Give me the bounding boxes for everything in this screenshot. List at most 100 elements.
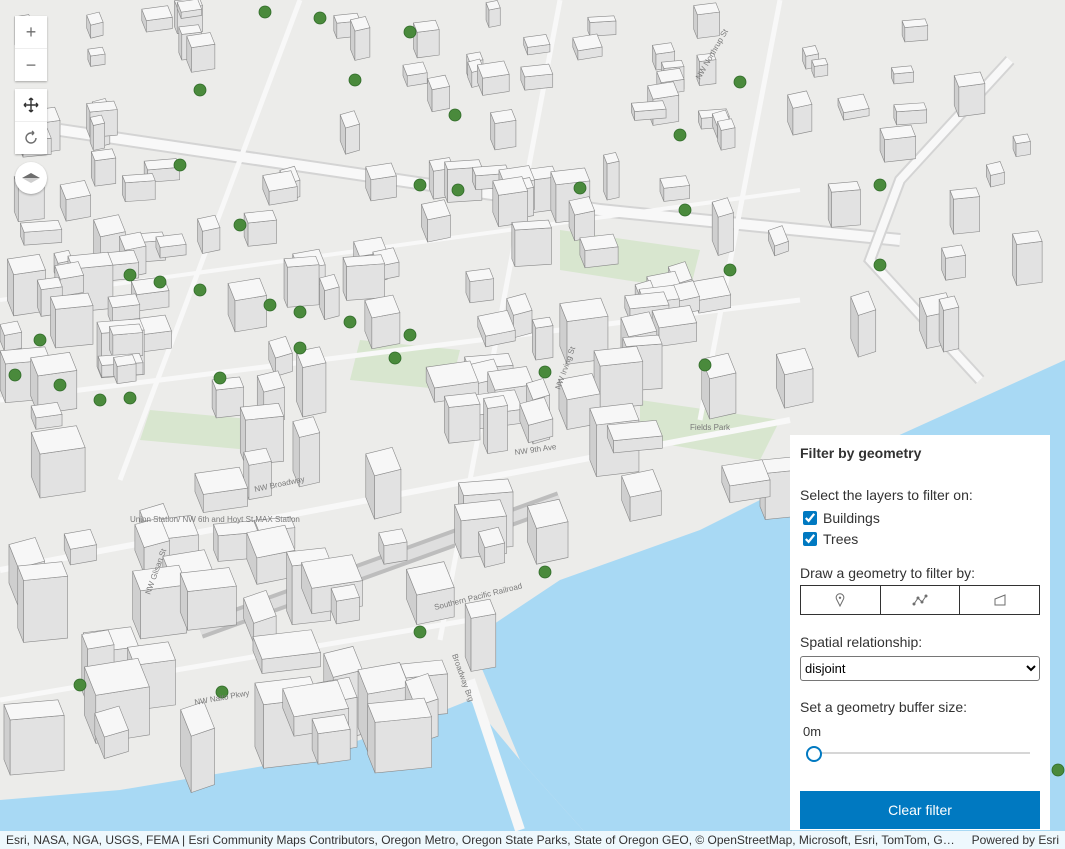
tree[interactable] xyxy=(413,625,427,639)
compass-button[interactable] xyxy=(15,162,47,194)
tree[interactable] xyxy=(451,183,465,197)
tree[interactable] xyxy=(873,258,887,272)
building[interactable] xyxy=(89,114,106,151)
building[interactable] xyxy=(1012,230,1043,286)
building[interactable] xyxy=(0,320,23,352)
building[interactable] xyxy=(367,697,432,774)
building[interactable] xyxy=(87,46,106,67)
building[interactable] xyxy=(621,469,662,522)
building[interactable] xyxy=(406,561,455,626)
building[interactable] xyxy=(132,564,188,640)
building[interactable] xyxy=(476,60,510,96)
building[interactable] xyxy=(295,346,327,418)
building[interactable] xyxy=(659,175,691,202)
building[interactable] xyxy=(941,244,966,281)
tree[interactable] xyxy=(538,365,552,379)
tree[interactable] xyxy=(73,678,87,692)
building[interactable] xyxy=(477,309,516,348)
slider-thumb[interactable] xyxy=(806,746,822,762)
buildings-checkbox[interactable] xyxy=(803,510,817,525)
building[interactable] xyxy=(465,268,494,304)
building[interactable] xyxy=(511,219,552,267)
tree[interactable] xyxy=(678,203,692,217)
building[interactable] xyxy=(243,209,277,247)
building[interactable] xyxy=(113,354,137,385)
tree[interactable] xyxy=(348,73,362,87)
tree[interactable] xyxy=(448,108,462,122)
attribution-bar[interactable]: Esri, NASA, NGA, USGS, FEMA | Esri Commu… xyxy=(0,831,1065,849)
tree[interactable] xyxy=(403,25,417,39)
tree[interactable] xyxy=(53,378,67,392)
building[interactable] xyxy=(568,196,596,242)
building[interactable] xyxy=(606,419,663,454)
building[interactable] xyxy=(850,290,877,358)
building[interactable] xyxy=(109,323,144,359)
tree[interactable] xyxy=(1051,763,1065,777)
building[interactable] xyxy=(811,58,829,78)
powered-by-link[interactable]: Powered by Esri xyxy=(972,833,1059,847)
building[interactable] xyxy=(949,187,981,235)
zoom-in-button[interactable]: + xyxy=(15,16,47,48)
building[interactable] xyxy=(485,0,501,28)
building[interactable] xyxy=(443,392,481,444)
building[interactable] xyxy=(402,61,428,87)
building[interactable] xyxy=(787,90,813,136)
building[interactable] xyxy=(59,180,91,222)
building[interactable] xyxy=(365,162,397,202)
building[interactable] xyxy=(17,561,69,643)
rotate-button[interactable] xyxy=(15,121,47,154)
tree[interactable] xyxy=(153,275,167,289)
building[interactable] xyxy=(3,699,65,776)
building[interactable] xyxy=(711,197,734,256)
building[interactable] xyxy=(378,528,408,565)
building[interactable] xyxy=(587,15,617,37)
attribution-text[interactable]: Esri, NASA, NGA, USGS, FEMA | Esri Commu… xyxy=(6,833,956,847)
building[interactable] xyxy=(421,199,451,243)
slider-track[interactable] xyxy=(812,752,1030,754)
tree[interactable] xyxy=(403,328,417,342)
building[interactable] xyxy=(311,714,351,765)
building[interactable] xyxy=(483,395,508,454)
building[interactable] xyxy=(523,34,551,56)
building[interactable] xyxy=(330,583,360,625)
buffer-slider[interactable] xyxy=(800,741,1040,765)
relationship-select[interactable]: disjoint xyxy=(800,656,1040,681)
building[interactable] xyxy=(490,109,517,151)
tree[interactable] xyxy=(33,333,47,347)
building[interactable] xyxy=(464,598,497,672)
tree[interactable] xyxy=(293,305,307,319)
building[interactable] xyxy=(262,170,298,206)
tree[interactable] xyxy=(193,283,207,297)
building[interactable] xyxy=(90,148,117,187)
building[interactable] xyxy=(953,71,986,118)
tree[interactable] xyxy=(673,128,687,142)
tree[interactable] xyxy=(93,393,107,407)
building[interactable] xyxy=(197,214,221,254)
building[interactable] xyxy=(252,629,321,674)
building[interactable] xyxy=(179,567,237,631)
tree[interactable] xyxy=(343,315,357,329)
draw-polygon-button[interactable] xyxy=(960,585,1041,615)
building[interactable] xyxy=(893,102,928,126)
building[interactable] xyxy=(427,74,451,113)
building[interactable] xyxy=(775,347,814,409)
tree[interactable] xyxy=(698,358,712,372)
building[interactable] xyxy=(155,233,187,259)
building[interactable] xyxy=(1012,133,1031,157)
building[interactable] xyxy=(19,219,63,246)
building[interactable] xyxy=(364,294,401,350)
building[interactable] xyxy=(283,255,320,308)
building[interactable] xyxy=(492,176,529,227)
building[interactable] xyxy=(593,345,644,410)
tree[interactable] xyxy=(123,391,137,405)
building[interactable] xyxy=(891,65,915,85)
building[interactable] xyxy=(520,63,554,91)
building[interactable] xyxy=(339,110,360,155)
building[interactable] xyxy=(837,93,870,121)
tree[interactable] xyxy=(233,218,247,232)
building[interactable] xyxy=(827,181,861,228)
building[interactable] xyxy=(30,425,86,499)
building[interactable] xyxy=(50,292,94,349)
building[interactable] xyxy=(901,18,929,43)
tree[interactable] xyxy=(413,178,427,192)
